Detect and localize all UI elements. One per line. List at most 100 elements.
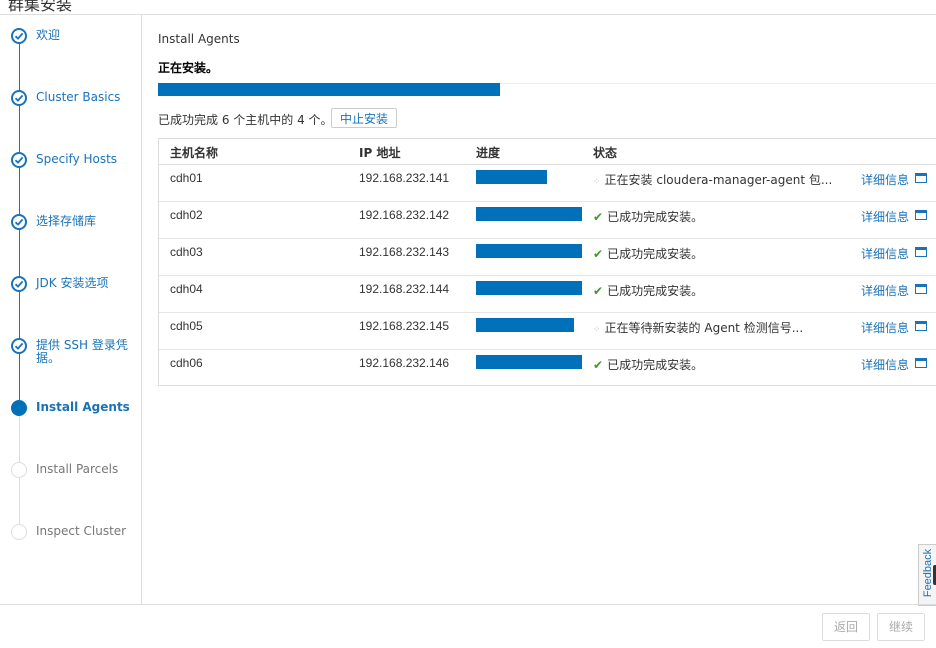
check-circle-icon	[11, 338, 27, 354]
host-ip: 192.168.232.144	[359, 282, 450, 296]
host-name: cdh06	[170, 356, 203, 370]
active-step-icon	[11, 400, 27, 416]
host-ip: 192.168.232.145	[359, 319, 450, 333]
hosts-table: 主机名称 IP 地址 进度 状态 cdh01 192.168.232.141 ⁘ 正在…	[158, 138, 936, 386]
wizard-step: Install Parcels	[10, 462, 138, 502]
wizard-footer: 返回 继续	[0, 604, 936, 648]
wizard-step[interactable]: 提供 SSH 登录凭据。	[10, 338, 138, 378]
step-label: 提供 SSH 登录凭据。	[36, 338, 128, 365]
step-label: Install Agents	[36, 400, 130, 414]
host-name: cdh05	[170, 319, 203, 333]
progress-fill	[476, 355, 582, 369]
host-progress-bar	[476, 318, 582, 332]
details-link[interactable]: 详细信息	[861, 208, 909, 225]
host-name: cdh02	[170, 208, 203, 222]
feedback-tab[interactable]: Feedback	[918, 544, 936, 606]
wizard-step[interactable]: Specify Hosts	[10, 152, 138, 192]
open-window-icon[interactable]	[915, 247, 927, 257]
step-label: Inspect Cluster	[36, 524, 127, 538]
host-progress-bar	[476, 207, 582, 221]
step-label: 选择存储库	[36, 214, 97, 228]
wizard-step[interactable]: 欢迎	[10, 28, 138, 68]
table-row: cdh04 192.168.232.144 ✔ 已成功完成安装。 详细信息	[159, 276, 936, 313]
pending-step-icon	[11, 524, 27, 540]
wizard-step: Inspect Cluster	[10, 524, 138, 564]
step-label: JDK 安装选项	[36, 276, 109, 290]
progress-fill	[476, 244, 582, 258]
wizard-step: Install Agents	[10, 400, 138, 440]
host-ip: 192.168.232.141	[359, 171, 450, 185]
spinner-icon: ⁘	[593, 325, 601, 335]
status-text: 正在安装 cloudera-manager-agent 包...	[604, 173, 833, 187]
table-row: cdh05 192.168.232.145 ⁘ 正在等待新安装的 Agent 检测信号…	[159, 313, 936, 350]
details-link[interactable]: 详细信息	[861, 356, 909, 373]
status-text: 正在等待新安装的 Agent 检测信号...	[604, 321, 804, 335]
header-progress: 进度	[476, 146, 501, 160]
abort-install-button[interactable]: 中止安装	[331, 108, 398, 128]
wizard-step[interactable]: JDK 安装选项	[10, 276, 138, 316]
table-row: cdh01 192.168.232.141 ⁘ 正在安装 cloudera-manag…	[159, 165, 936, 202]
status-text: 已成功完成安装。	[607, 210, 704, 224]
check-icon: ✔	[593, 210, 604, 224]
host-progress-bar	[476, 355, 582, 369]
host-ip: 192.168.232.143	[359, 245, 450, 259]
host-ip: 192.168.232.146	[359, 356, 450, 370]
details-link[interactable]: 详细信息	[861, 171, 909, 188]
check-circle-icon	[11, 214, 27, 230]
table-header: 主机名称 IP 地址 进度 状态	[159, 139, 936, 165]
status-text: 已成功完成安装。	[607, 358, 704, 372]
back-button[interactable]: 返回	[822, 613, 870, 641]
host-name: cdh01	[170, 171, 203, 185]
install-summary: 已成功完成 6 个主机中的 4 个。	[158, 113, 333, 127]
details-link[interactable]: 详细信息	[861, 245, 909, 262]
main-content: Install Agents 正在安装。 已成功完成 6 个主机中的 4 个。 …	[158, 0, 936, 604]
status-text: 已成功完成安装。	[607, 284, 704, 298]
open-window-icon[interactable]	[915, 173, 927, 183]
status-text: 已成功完成安装。	[607, 247, 704, 261]
header-status: 状态	[593, 146, 618, 160]
step-label: Install Parcels	[36, 462, 119, 476]
open-window-icon[interactable]	[915, 321, 927, 331]
host-status: ⁘ 正在安装 cloudera-manager-agent 包...	[593, 171, 832, 188]
host-status: ✔ 已成功完成安装。	[593, 208, 703, 225]
header-host[interactable]: 主机名称	[170, 144, 218, 161]
check-circle-icon	[11, 152, 27, 168]
page-title: Install Agents	[158, 32, 240, 46]
table-row: cdh02 192.168.232.142 ✔ 已成功完成安装。 详细信息	[159, 202, 936, 239]
pending-step-icon	[11, 462, 27, 478]
progress-fill	[476, 281, 582, 295]
header-ip[interactable]: IP 地址	[359, 144, 400, 161]
install-status-heading: 正在安装。	[158, 61, 219, 75]
host-ip: 192.168.232.142	[359, 208, 450, 222]
progress-fill	[476, 318, 574, 332]
host-progress-bar	[476, 244, 582, 258]
check-icon: ✔	[593, 358, 604, 372]
progress-fill	[476, 170, 548, 184]
details-link[interactable]: 详细信息	[861, 319, 909, 336]
open-window-icon[interactable]	[915, 358, 927, 368]
host-progress-bar	[476, 170, 582, 184]
open-window-icon[interactable]	[915, 210, 927, 220]
wizard-step[interactable]: Cluster Basics	[10, 90, 138, 130]
spinner-icon: ⁘	[593, 177, 601, 187]
check-circle-icon	[11, 28, 27, 44]
step-label: Cluster Basics	[36, 90, 121, 104]
check-circle-icon	[11, 276, 27, 292]
step-label: 欢迎	[36, 28, 61, 42]
progress-fill	[476, 207, 582, 221]
overall-progress-bar	[158, 83, 501, 96]
host-progress-bar	[476, 281, 582, 295]
host-name: cdh04	[170, 282, 203, 296]
wizard-steps-sidebar: 欢迎 Cluster Basics Specify Hosts 选择存储库 JDK 安装…	[0, 14, 142, 604]
wizard-step[interactable]: 选择存储库	[10, 214, 138, 254]
step-label: Specify Hosts	[36, 152, 118, 166]
host-status: ✔ 已成功完成安装。	[593, 245, 703, 262]
open-window-icon[interactable]	[915, 284, 927, 294]
window-title: 群集安装	[8, 0, 73, 14]
check-icon: ✔	[593, 284, 604, 298]
host-status: ⁘ 正在等待新安装的 Agent 检测信号...	[593, 319, 803, 336]
host-status: ✔ 已成功完成安装。	[593, 356, 703, 373]
details-link[interactable]: 详细信息	[861, 282, 909, 299]
continue-button[interactable]: 继续	[877, 613, 925, 641]
table-row: cdh06 192.168.232.146 ✔ 已成功完成安装。 详细信息	[159, 350, 936, 387]
